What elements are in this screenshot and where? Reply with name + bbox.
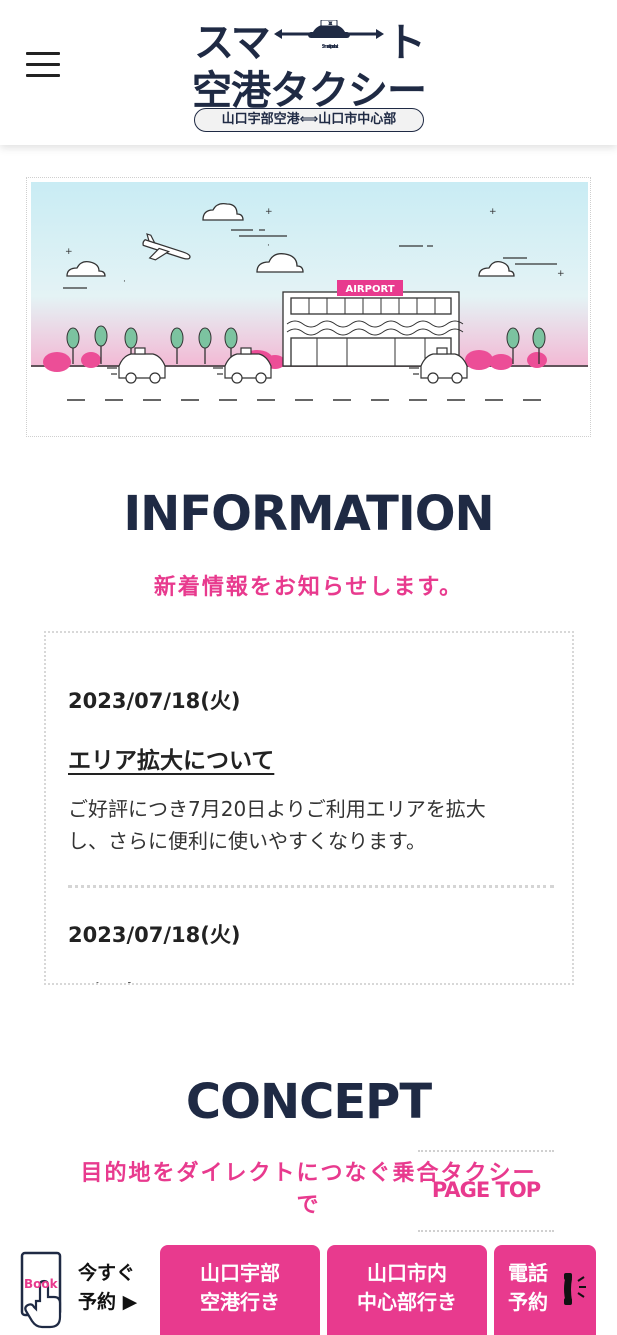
svg-text:·: · [267,241,270,251]
news-item: 2023/07/18(火) 運行時間について [68,919,554,983]
news-body: ご好評につき7月20日よりご利用エリアを拡大 し、さらに便利に使いやすくなります… [68,793,554,857]
news-title-link[interactable]: エリア拡大について [68,741,554,775]
book-now-line: 予約 ▶ [78,1291,138,1313]
bottom-booking-bar: Book 今すぐ 予約 ▶ 山口宇部 空港行き 山口市内 中心部行き 電話 予約 [0,1243,617,1335]
button-line: 空港行き [200,1290,280,1314]
site-logo[interactable]: スマ TAXI Smart airport taxi ト 空港タクシー 山口宇部… [190,6,430,136]
news-title-link[interactable]: 運行時間について [68,975,554,983]
svg-text:+: + [65,247,73,257]
logo-route-badge: 山口宇部空港⟺山口市中心部 [194,108,424,132]
news-body-line: ご好評につき7月20日よりご利用エリアを拡大 [68,797,486,821]
taxi-car-icon: TAXI Smart airport taxi [274,20,384,50]
news-item: 2023/07/18(火) エリア拡大について ご好評につき7月20日よりご利用… [68,685,554,857]
phone-icon [564,1273,586,1305]
phone-booking-button[interactable]: 電話 予約 [494,1245,596,1335]
airport-sign: AIRPORT [345,284,394,295]
news-date: 2023/07/18(火) [68,689,241,713]
information-subtitle: 新着情報をお知らせします。 [153,575,464,600]
logo-line1: スマ TAXI Smart airport taxi ト [190,10,430,66]
book-now-label[interactable]: 今すぐ 予約 ▶ [78,1259,158,1317]
svg-text:+: + [557,269,565,279]
news-date: 2023/07/18(火) [68,923,241,947]
news-body-line: し、さらに便利に使いやすくなります。 [68,829,426,853]
site-header: スマ TAXI Smart airport taxi ト 空港タクシー 山口宇部… [0,0,617,145]
information-heading: INFORMATION [123,486,494,542]
logo-tagline: Smart airport taxi [322,44,340,50]
smartphone-tap-icon [20,1251,62,1329]
news-list[interactable]: 2023/07/18(火) エリア拡大について ご好評につき7月20日よりご利用… [44,631,574,985]
button-line: 中心部行き [357,1290,457,1314]
hero-illustration: + · + + · + AIRPORT [26,177,591,437]
button-line: 山口宇部 [200,1261,280,1285]
news-divider [68,885,554,888]
hamburger-menu-icon[interactable] [26,50,60,80]
city-center-bound-button[interactable]: 山口市内 中心部行き [327,1245,487,1335]
page-top-label: PAGE TOP [431,1178,541,1202]
page-top-button[interactable]: PAGE TOP [418,1150,554,1232]
svg-text:·: · [123,277,126,287]
svg-text:+: + [265,207,273,217]
svg-text:+: + [489,207,497,217]
book-icon-label: Book [24,1277,58,1291]
airport-bound-button[interactable]: 山口宇部 空港行き [160,1245,320,1335]
airport-scene-image: + · + + · + AIRPORT [31,182,588,427]
button-line: 山口市内 [367,1261,447,1285]
book-now-line: 今すぐ [78,1262,136,1284]
concept-heading: CONCEPT [185,1074,432,1130]
